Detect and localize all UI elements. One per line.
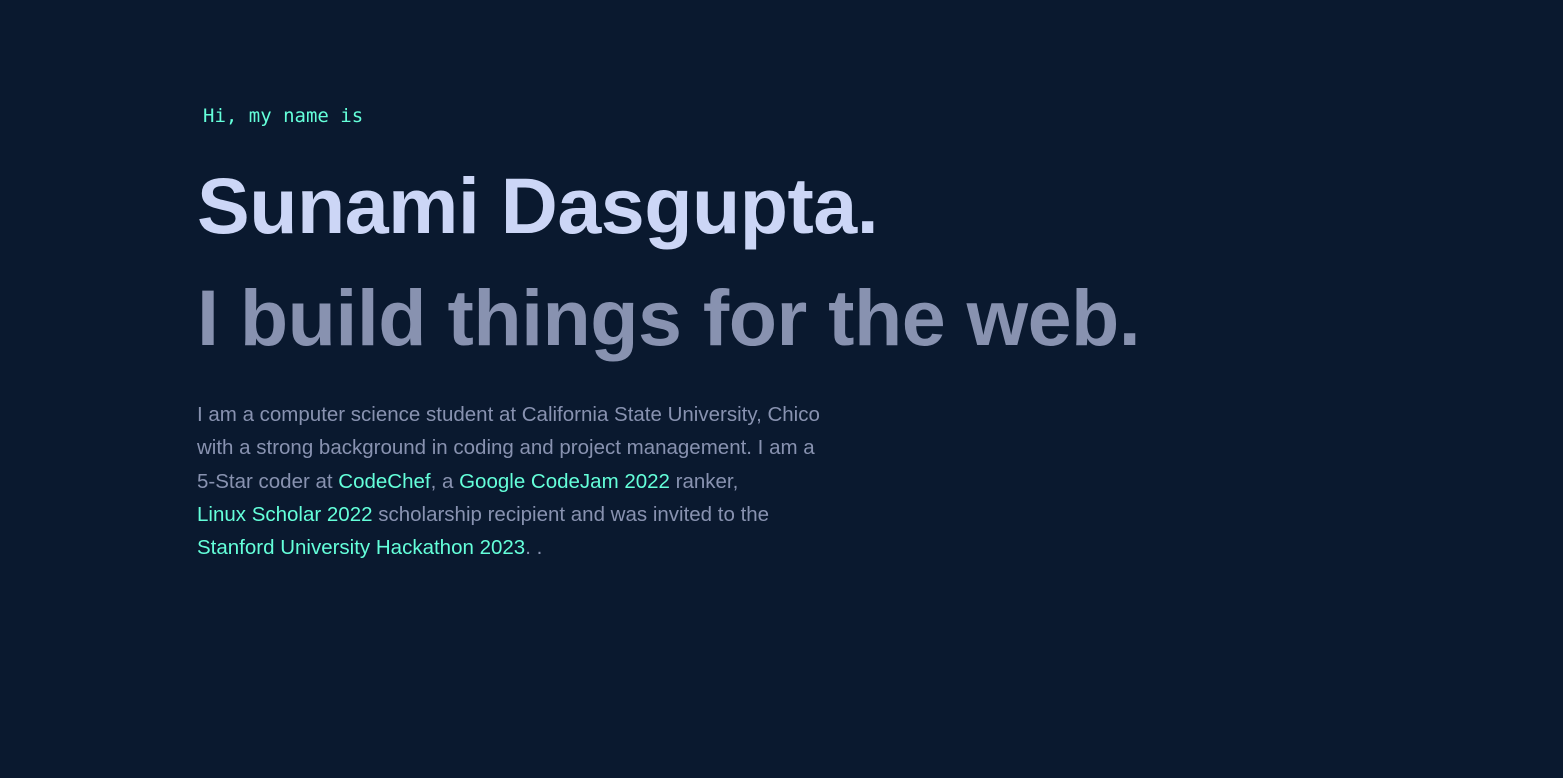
bio-text: , a: [430, 469, 460, 493]
greeting-text: Hi, my name is: [203, 105, 364, 127]
bio-text: scholarship recipient and was invited to…: [372, 502, 770, 526]
bio-line-5: Stanford University Hackathon 2023. .: [197, 531, 897, 564]
name-heading: Sunami Dasgupta.: [197, 161, 879, 250]
google-codejam-link[interactable]: Google CodeJam 2022: [459, 470, 670, 493]
bio-text: ranker,: [669, 469, 739, 493]
bio-text: . .: [525, 536, 543, 559]
bio-line-4: Linux Scholar 2022 scholarship recipient…: [197, 498, 897, 531]
linux-scholar-link[interactable]: Linux Scholar 2022: [197, 503, 373, 526]
bio-line-2: with a strong background in coding and p…: [197, 436, 815, 460]
bio-line-1: I am a computer science student at Calif…: [197, 403, 820, 426]
codechef-link[interactable]: CodeChef: [338, 470, 430, 493]
stanford-hackathon-link[interactable]: Stanford University Hackathon 2023: [197, 536, 525, 559]
tagline-heading: I build things for the web.: [197, 273, 1141, 362]
bio-paragraph: I am a computer science student at Calif…: [197, 398, 897, 564]
bio-text: 5-Star coder at: [197, 469, 339, 493]
bio-line-3: 5-Star coder at CodeChef, a Google CodeJ…: [197, 465, 897, 498]
